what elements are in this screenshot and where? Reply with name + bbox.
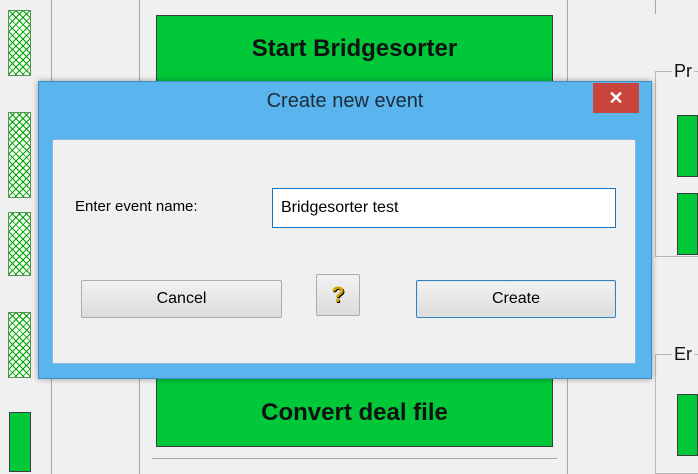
convert-deal-file-label: Convert deal file (261, 398, 448, 426)
create-button-label: Create (491, 290, 541, 307)
close-icon: ✕ (608, 87, 624, 108)
start-bridgesorter-label: Start Bridgesorter (251, 35, 458, 62)
group-button[interactable] (677, 394, 698, 456)
cancel-button[interactable]: Cancel (81, 280, 282, 318)
status-cell (8, 112, 31, 198)
status-cell (8, 212, 31, 276)
divider (655, 0, 656, 14)
group-box-label: Er (672, 344, 694, 364)
help-question-icon: ? (331, 282, 345, 307)
dialog-body: Enter event name: Cancel ? Create (52, 139, 636, 364)
event-name-label: Enter event name: (75, 198, 198, 215)
group-box-label: Pr (672, 61, 694, 81)
create-button[interactable]: Create (416, 280, 616, 318)
cancel-button-label: Cancel (156, 290, 207, 307)
event-name-input[interactable] (272, 188, 616, 228)
create-event-dialog: Create new event ✕ Enter event name: Can… (38, 81, 652, 379)
group-button[interactable] (677, 115, 698, 177)
dialog-title: Create new event (266, 90, 424, 112)
start-bridgesorter-button[interactable]: Start Bridgesorter (156, 15, 553, 83)
group-button[interactable] (677, 193, 698, 255)
status-cell (9, 412, 31, 472)
close-button[interactable]: ✕ (593, 83, 639, 113)
status-cell (8, 10, 31, 76)
help-button[interactable]: ? (316, 274, 360, 316)
convert-deal-file-button[interactable]: Convert deal file (156, 378, 553, 447)
divider (152, 458, 557, 459)
status-cell (8, 312, 31, 378)
